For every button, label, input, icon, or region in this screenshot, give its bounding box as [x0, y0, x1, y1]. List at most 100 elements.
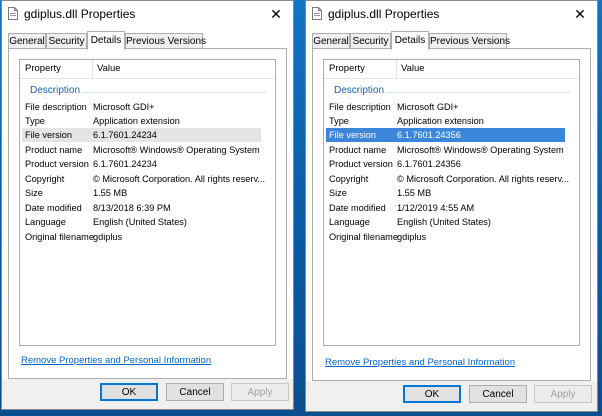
property-name: File version: [25, 130, 72, 140]
close-icon: ✕: [270, 5, 282, 22]
property-value: 6.1.7601.24356: [397, 130, 461, 140]
apply-button[interactable]: Apply: [231, 383, 289, 401]
cancel-button[interactable]: Cancel: [166, 383, 224, 401]
property-name: Original filename: [25, 232, 94, 242]
property-value: 6.1.7601.24234: [93, 130, 157, 140]
group-divider: [82, 92, 267, 93]
property-value: Microsoft® Windows® Operating System: [397, 145, 564, 155]
tab-security[interactable]: Security: [350, 33, 391, 48]
property-name: Product version: [329, 159, 393, 169]
property-value: Microsoft GDI+: [397, 102, 459, 112]
property-name: Type: [329, 116, 349, 126]
title-bar[interactable]: gdiplus.dll Properties ✕: [306, 1, 597, 27]
ok-button[interactable]: OK: [403, 385, 461, 403]
tab-security[interactable]: Security: [46, 33, 87, 48]
list-item[interactable]: Type Application extension: [326, 114, 565, 128]
list-item[interactable]: File description Microsoft GDI+: [326, 100, 565, 114]
property-value: 1.55 MB: [93, 188, 128, 198]
tab-details[interactable]: Details: [87, 31, 125, 50]
property-value: Microsoft GDI+: [93, 102, 155, 112]
list-item[interactable]: Copyright © Microsoft Corporation. All r…: [22, 172, 265, 186]
button-bar: OK Cancel Apply: [2, 379, 293, 409]
list-item[interactable]: Date modified 1/12/2019 4:55 AM: [326, 201, 565, 215]
property-name: Copyright: [25, 174, 65, 184]
remove-properties-link[interactable]: Remove Properties and Personal Informati…: [21, 355, 211, 366]
property-name: Copyright: [329, 174, 369, 184]
list-item[interactable]: Original filename gdiplus: [22, 230, 261, 244]
details-panel: Property Value Description File descript…: [8, 48, 287, 379]
property-value: © Microsoft Corporation. All rights rese…: [397, 174, 569, 184]
close-button[interactable]: ✕: [259, 1, 293, 27]
tab-general[interactable]: General: [8, 33, 46, 48]
property-value: English (United States): [93, 217, 187, 227]
list-header: Property Value: [324, 60, 579, 79]
apply-button[interactable]: Apply: [534, 385, 592, 403]
property-value: © Microsoft Corporation. All rights rese…: [93, 174, 265, 184]
property-value: 8/13/2018 6:39 PM: [93, 203, 171, 213]
property-value: 6.1.7601.24234: [93, 159, 157, 169]
property-name: Size: [329, 188, 347, 198]
property-name: Product name: [329, 145, 387, 155]
list-item[interactable]: Product version 6.1.7601.24234: [22, 157, 261, 171]
details-list[interactable]: Property Value Description File descript…: [323, 59, 580, 346]
ok-button[interactable]: OK: [100, 383, 158, 401]
title-bar[interactable]: gdiplus.dll Properties ✕: [2, 1, 293, 27]
column-header-property[interactable]: Property: [329, 60, 389, 78]
property-name: File description: [329, 102, 391, 112]
property-name: Product name: [25, 145, 83, 155]
group-description-label: Description: [30, 85, 81, 96]
property-value: 1/12/2019 4:55 AM: [397, 203, 475, 213]
property-value: gdiplus: [397, 232, 427, 242]
property-value: Application extension: [93, 116, 180, 126]
list-item[interactable]: Language English (United States): [22, 215, 261, 229]
window-title: gdiplus.dll Properties: [328, 7, 440, 21]
close-icon: ✕: [574, 5, 586, 22]
group-divider: [386, 92, 571, 93]
list-item[interactable]: Type Application extension: [22, 114, 261, 128]
document-icon: [312, 7, 322, 20]
properties-window-right: gdiplus.dll Properties ✕ General Securit…: [305, 0, 598, 412]
property-name: Date modified: [329, 203, 386, 213]
button-bar: OK Cancel Apply: [306, 381, 597, 411]
list-item[interactable]: File description Microsoft GDI+: [22, 100, 261, 114]
list-item-selected[interactable]: File version 6.1.7601.24234: [22, 128, 261, 142]
property-name: File version: [329, 130, 376, 140]
tab-previous-versions[interactable]: Previous Versions: [429, 33, 510, 48]
details-panel: Property Value Description File descript…: [312, 48, 591, 381]
list-item[interactable]: Size 1.55 MB: [22, 186, 261, 200]
list-item-selected[interactable]: File version 6.1.7601.24356: [326, 128, 565, 142]
property-value: English (United States): [397, 217, 491, 227]
list-item[interactable]: Product version 6.1.7601.24356: [326, 157, 565, 171]
desktop: gdiplus.dll Properties ✕ General Securit…: [0, 0, 602, 416]
property-name: Original filename: [329, 232, 398, 242]
remove-properties-link[interactable]: Remove Properties and Personal Informati…: [325, 357, 515, 368]
property-name: Date modified: [25, 203, 82, 213]
property-name: Language: [25, 217, 66, 227]
property-name: Product version: [25, 159, 89, 169]
cancel-button[interactable]: Cancel: [469, 385, 527, 403]
list-item[interactable]: Size 1.55 MB: [326, 186, 565, 200]
group-description-label: Description: [334, 85, 385, 96]
property-name: Size: [25, 188, 43, 198]
list-header: Property Value: [20, 60, 275, 79]
list-item[interactable]: Copyright © Microsoft Corporation. All r…: [326, 172, 569, 186]
tab-general[interactable]: General: [312, 33, 350, 48]
list-item[interactable]: Product name Microsoft® Windows® Operati…: [326, 143, 565, 157]
list-item[interactable]: Language English (United States): [326, 215, 565, 229]
close-button[interactable]: ✕: [563, 1, 597, 27]
window-title: gdiplus.dll Properties: [24, 7, 136, 21]
details-list[interactable]: Property Value Description File descript…: [19, 59, 276, 346]
tab-previous-versions[interactable]: Previous Versions: [125, 33, 206, 48]
column-header-property[interactable]: Property: [25, 60, 85, 78]
column-header-value[interactable]: Value: [396, 60, 556, 78]
property-name: Type: [25, 116, 45, 126]
property-name: Language: [329, 217, 370, 227]
column-header-value[interactable]: Value: [92, 60, 252, 78]
tab-strip: General Security Details Previous Versio…: [312, 31, 591, 50]
property-value: 6.1.7601.24356: [397, 159, 461, 169]
list-item[interactable]: Product name Microsoft® Windows® Operati…: [22, 143, 261, 157]
list-item[interactable]: Date modified 8/13/2018 6:39 PM: [22, 201, 261, 215]
property-value: 1.55 MB: [397, 188, 432, 198]
tab-details[interactable]: Details: [391, 31, 429, 50]
list-item[interactable]: Original filename gdiplus: [326, 230, 565, 244]
